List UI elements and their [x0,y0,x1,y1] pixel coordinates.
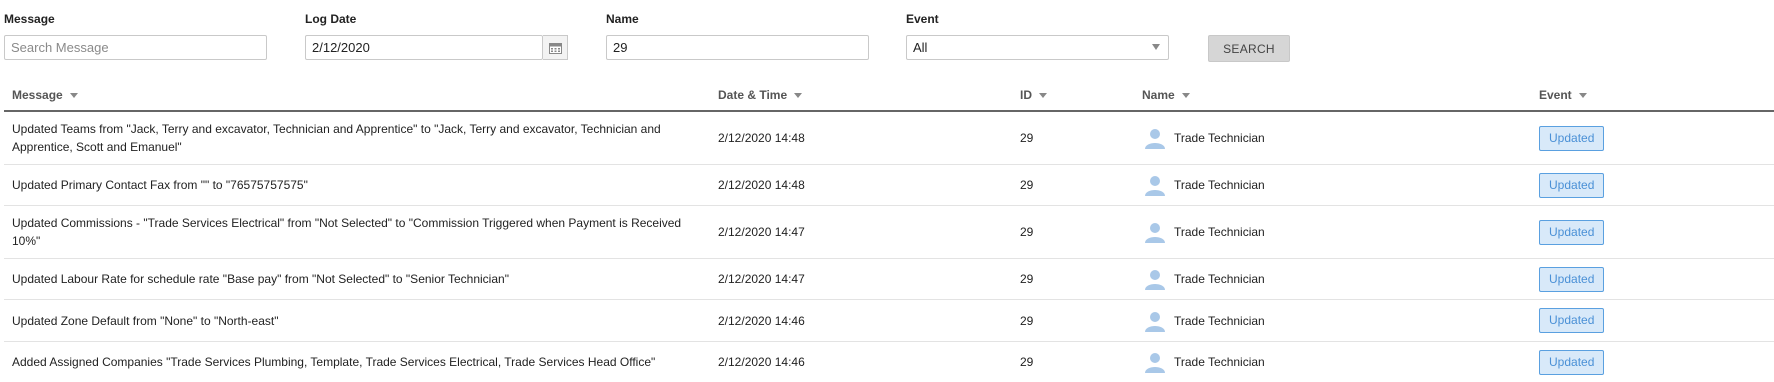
name-cell: Trade Technician [1144,342,1265,382]
event-status-badge: Updated [1539,219,1605,245]
event-status-badge: Updated [1539,266,1605,292]
message-cell: Added Assigned Companies "Trade Services… [12,355,656,369]
datetime-cell: 2/12/2020 14:48 [718,178,805,192]
event-cell: Updated [1539,112,1605,164]
log-table: Message Date & Time ID Name Event Update… [4,76,1774,382]
user-avatar-icon [1145,353,1165,373]
column-header-label: Event [1539,88,1572,102]
datetime-cell: 2/12/2020 14:46 [718,313,805,328]
column-header-label: Message [12,88,63,102]
user-avatar-icon [1145,311,1165,332]
event-filter-label: Event [906,12,939,26]
id-cell: 29 [1020,355,1034,369]
user-name: Trade Technician [1174,355,1265,369]
name-cell: Trade Technician [1144,300,1265,341]
datetime-cell: 2/12/2020 14:47 [718,225,805,239]
name-filter-input[interactable] [606,35,869,60]
message-cell: Updated Commissions - "Trade Services El… [12,216,682,248]
column-header-datetime[interactable]: Date & Time [718,88,803,102]
event-cell: Updated [1539,259,1605,299]
user-name: Trade Technician [1174,178,1265,192]
datetime-cell: 2/12/2020 14:47 [718,272,805,286]
chevron-down-icon [1152,44,1160,50]
event-cell: Updated [1539,300,1605,341]
column-header-label: ID [1020,88,1032,102]
search-button[interactable]: SEARCH [1208,35,1290,62]
datetime-cell: 2/12/2020 14:48 [718,131,805,145]
sort-caret-icon [1039,92,1047,98]
message-cell: Updated Primary Contact Fax from "" to "… [12,178,308,192]
user-name: Trade Technician [1174,225,1265,239]
date-picker-button[interactable] [543,35,568,60]
event-select[interactable]: All [906,35,1169,60]
log-date-input[interactable] [305,35,543,60]
table-row[interactable]: Added Assigned Companies "Trade Services… [4,342,1774,382]
event-status-badge: Updated [1539,349,1605,375]
column-header-message[interactable]: Message [12,88,78,102]
datetime-cell: 2/12/2020 14:46 [718,355,805,369]
user-name: Trade Technician [1174,272,1265,286]
sort-caret-icon [1578,92,1587,98]
column-header-label: Name [1142,88,1175,102]
sort-caret-icon [794,92,803,98]
event-status-badge: Updated [1539,125,1605,151]
calendar-icon [548,42,562,54]
event-cell: Updated [1539,206,1605,258]
event-cell: Updated [1539,342,1605,382]
user-name: Trade Technician [1174,313,1265,328]
table-row[interactable]: Updated Zone Default from "None" to "Nor… [4,300,1774,342]
log-date-label: Log Date [305,12,357,26]
event-select-value: All [913,40,928,55]
message-cell: Updated Labour Rate for schedule rate "B… [12,272,509,286]
column-header-label: Date & Time [718,88,788,102]
id-cell: 29 [1020,178,1034,192]
table-row[interactable]: Updated Teams from "Jack, Terry and exca… [4,112,1774,165]
id-cell: 29 [1020,131,1034,145]
table-header: Message Date & Time ID Name Event [4,76,1774,112]
name-cell: Trade Technician [1144,206,1265,258]
id-cell: 29 [1020,272,1034,286]
id-cell: 29 [1020,313,1034,328]
sort-caret-icon [69,92,78,98]
name-cell: Trade Technician [1144,112,1265,164]
user-avatar-icon [1145,223,1165,243]
message-cell: Updated Zone Default from "None" to "Nor… [12,313,279,328]
event-status-badge: Updated [1539,308,1605,333]
message-filter-label: Message [4,12,55,26]
message-search-input[interactable] [4,35,267,60]
table-row[interactable]: Updated Primary Contact Fax from "" to "… [4,165,1774,206]
filter-bar: Message Log Date Name Event All SEARCH [0,0,1774,70]
user-avatar-icon [1145,270,1165,290]
column-header-id[interactable]: ID [1020,88,1047,102]
column-header-event[interactable]: Event [1539,88,1587,102]
event-cell: Updated [1539,165,1605,205]
name-filter-label: Name [606,12,639,26]
message-cell: Updated Teams from "Jack, Terry and exca… [12,122,661,154]
column-header-name[interactable]: Name [1142,88,1190,102]
user-name: Trade Technician [1174,131,1265,145]
user-avatar-icon [1145,176,1165,196]
name-cell: Trade Technician [1144,165,1265,205]
table-row[interactable]: Updated Labour Rate for schedule rate "B… [4,259,1774,300]
sort-caret-icon [1181,92,1190,98]
event-status-badge: Updated [1539,172,1605,198]
id-cell: 29 [1020,225,1034,239]
table-row[interactable]: Updated Commissions - "Trade Services El… [4,206,1774,259]
name-cell: Trade Technician [1144,259,1265,299]
user-avatar-icon [1145,129,1165,149]
